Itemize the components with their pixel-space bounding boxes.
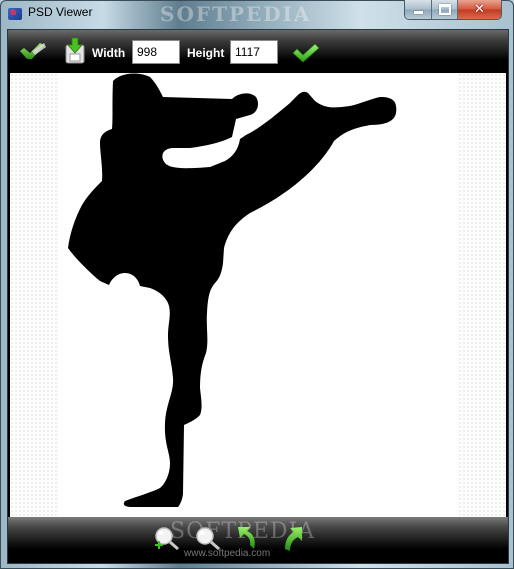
open-folder-icon[interactable] [18, 41, 48, 63]
title-bar[interactable]: PSD Viewer SOFTPEDIA ✕ [0, 0, 514, 26]
height-label: Height [187, 46, 225, 60]
window-title: PSD Viewer [28, 5, 93, 19]
client-area: Width Height SOFTPEDIA [7, 29, 509, 564]
minimize-button[interactable] [405, 0, 432, 19]
maximize-icon [438, 4, 451, 15]
maximize-button[interactable] [432, 0, 458, 19]
karate-silhouette-image [68, 73, 397, 507]
close-icon: ✕ [474, 2, 485, 17]
checkmark-icon[interactable] [291, 42, 321, 64]
bottom-toolbar: SOFTPEDIA [8, 517, 508, 563]
rotate-right-icon[interactable] [276, 525, 310, 555]
close-button[interactable]: ✕ [458, 0, 501, 19]
app-icon [8, 8, 22, 20]
width-input[interactable] [132, 40, 180, 64]
height-input[interactable] [230, 40, 278, 64]
toolbar: Width Height [8, 30, 508, 73]
width-label: Width [92, 46, 126, 60]
image-canvas[interactable] [10, 73, 506, 517]
save-icon[interactable] [63, 37, 87, 65]
app-window: PSD Viewer SOFTPEDIA ✕ Width 998 Height … [0, 0, 514, 569]
zoom-in-icon[interactable] [150, 525, 184, 555]
zoom-out-icon[interactable] [191, 525, 225, 555]
rotate-left-icon[interactable] [234, 525, 268, 555]
watermark-title: SOFTPEDIA [160, 2, 312, 26]
window-controls: ✕ [404, 0, 502, 20]
minimize-icon [413, 11, 423, 14]
